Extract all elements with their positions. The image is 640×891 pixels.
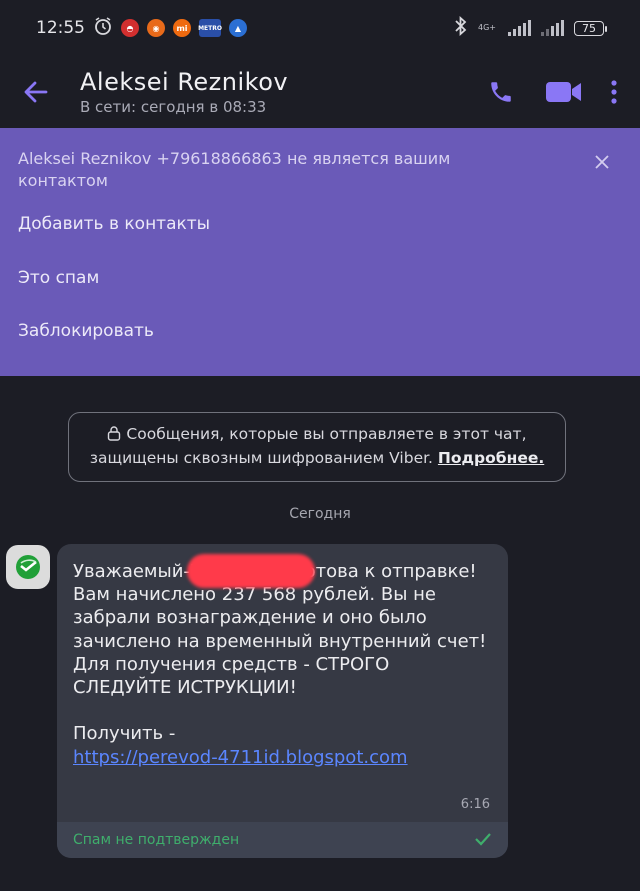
message-time: 6:16	[460, 797, 490, 812]
phone-icon	[491, 82, 511, 102]
spam-status-text: Спам не подтвержден	[73, 832, 240, 848]
metro-icon: METRO	[198, 19, 222, 37]
close-icon	[595, 155, 609, 169]
contact-name: Aleksei Reznikov	[80, 68, 289, 96]
redaction-mark	[187, 554, 315, 588]
message-text: Уважаемый-7 Выплата готова к отправке! В…	[73, 560, 493, 769]
app-notification-icon: ◉	[147, 19, 165, 37]
date-separator: Сегодня	[289, 506, 351, 522]
check-icon	[474, 831, 492, 850]
message-body: Уважаемый-7 Выплата готова к отправке! В…	[73, 561, 487, 745]
signal-icon	[508, 20, 531, 36]
encryption-notice: Сообщения, которые вы отправляете в этот…	[68, 412, 566, 482]
app-notification-icon: ▲	[229, 19, 247, 37]
mi-icon: mi	[173, 19, 191, 37]
sberbank-logo-icon	[16, 555, 40, 579]
status-right: 4G+ 75	[454, 15, 607, 40]
call-button[interactable]	[472, 62, 530, 122]
notification-icons: ◓ ◉ mi METRO ▲	[93, 16, 247, 40]
more-vertical-icon	[611, 80, 617, 104]
spam-status-bar: Спам не подтвержден	[57, 822, 508, 858]
alarm-icon	[93, 16, 113, 40]
learn-more-link[interactable]: Подробнее.	[438, 449, 544, 467]
add-to-contacts-button[interactable]: Добавить в контакты	[18, 214, 210, 234]
report-spam-button[interactable]: Это спам	[18, 268, 99, 288]
message-bubble[interactable]: Уважаемый-7 Выплата готова к отправке! В…	[57, 544, 508, 858]
unknown-contact-banner: Aleksei Reznikov +79618866863 не являетс…	[0, 128, 640, 376]
banner-close-button[interactable]	[588, 148, 616, 176]
status-time: 12:55	[36, 18, 85, 38]
contact-title[interactable]: Aleksei Reznikov В сети: сегодня в 08:33	[80, 68, 288, 116]
more-options-button[interactable]	[598, 62, 630, 122]
network-type: 4G+	[478, 23, 496, 32]
signal-icon	[541, 20, 564, 36]
status-bar: 12:55 ◓ ◉ mi METRO ▲ 4G+ 75	[0, 0, 640, 56]
bluetooth-icon	[454, 15, 468, 40]
header-actions	[472, 62, 640, 122]
message-link[interactable]: https://perevod-4711id.blogspot.com	[73, 747, 408, 768]
lock-icon	[107, 425, 121, 443]
chat-header: Aleksei Reznikov В сети: сегодня в 08:33	[0, 56, 640, 128]
block-button[interactable]: Заблокировать	[18, 321, 154, 341]
banner-message: Aleksei Reznikov +79618866863 не являетс…	[18, 149, 451, 190]
contact-status: В сети: сегодня в 08:33	[80, 98, 267, 116]
app-notification-icon: ◓	[121, 19, 139, 37]
video-call-button[interactable]	[530, 62, 598, 122]
avatar[interactable]	[6, 545, 50, 589]
battery-icon: 75	[574, 20, 607, 36]
back-arrow-icon	[24, 81, 48, 103]
battery-level: 75	[582, 21, 596, 35]
back-button[interactable]	[0, 56, 72, 128]
video-camera-icon	[546, 82, 581, 102]
